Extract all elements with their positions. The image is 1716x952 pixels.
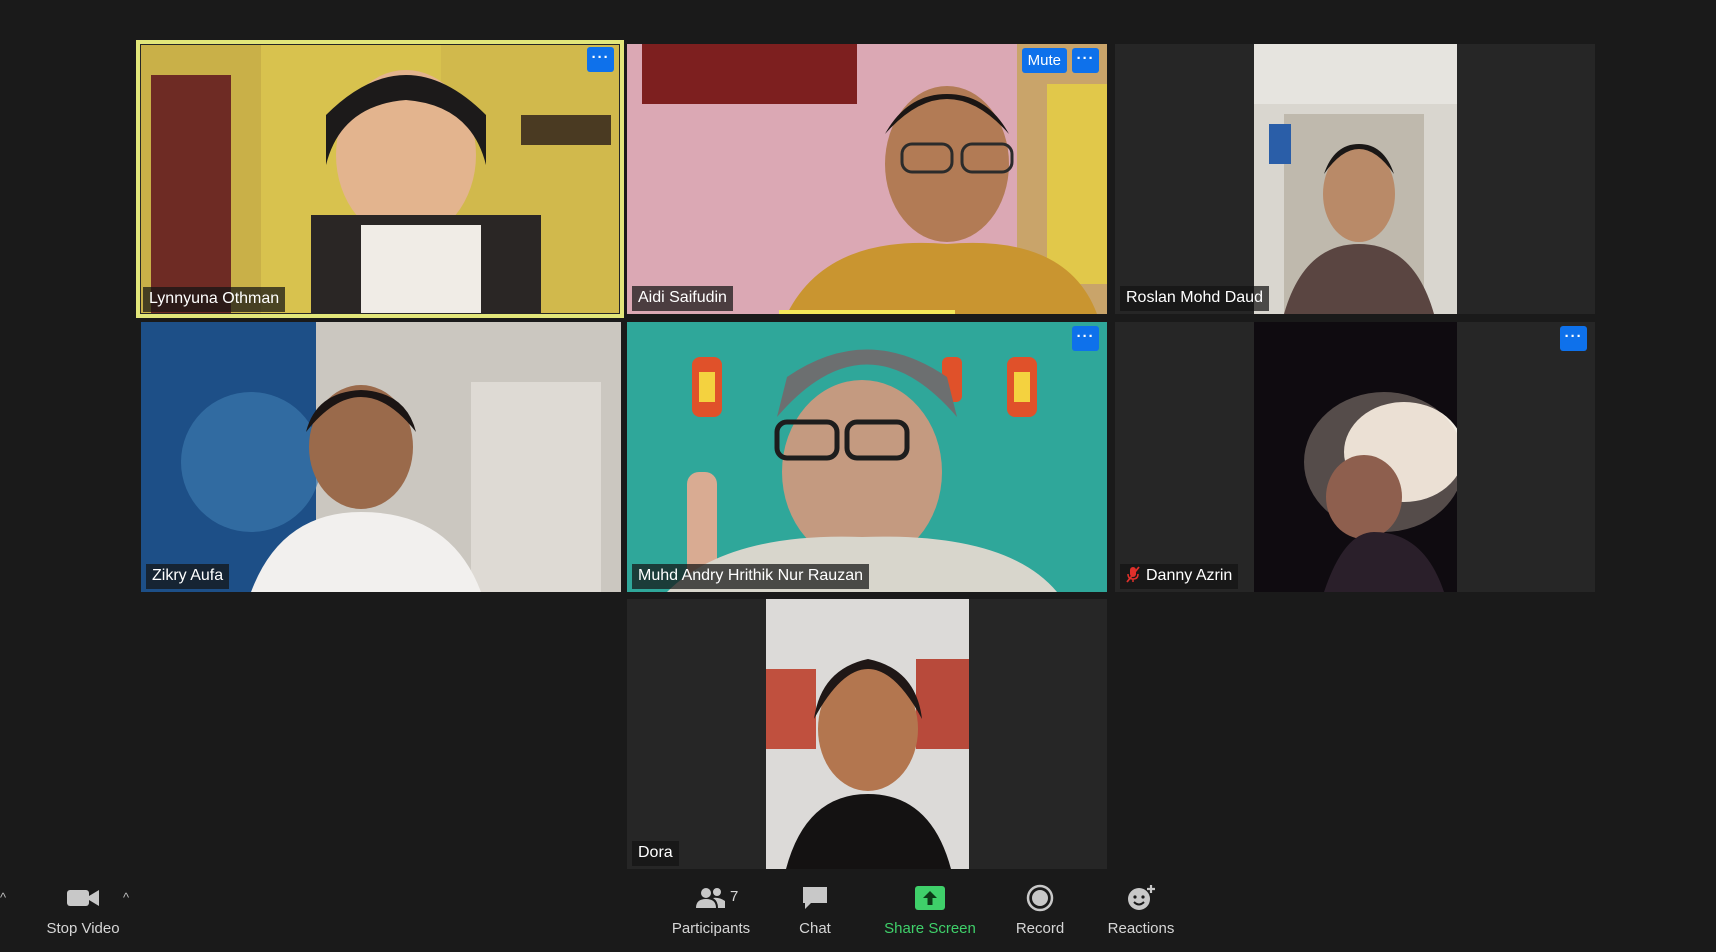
chat-bubble-icon — [785, 880, 845, 916]
video-tile-aidi[interactable]: Mute ··· Aidi Saifudin — [627, 44, 1107, 314]
participant-name-label: Dora — [638, 844, 673, 861]
video-options-caret[interactable]: ^ — [123, 890, 129, 905]
video-tile-muhd-andry[interactable]: ··· Muhd Andry Hrithik Nur Rauzan — [627, 322, 1107, 592]
share-screen-icon — [878, 880, 982, 916]
speaking-indicator — [779, 310, 955, 314]
participant-name: Muhd Andry Hrithik Nur Rauzan — [632, 564, 869, 589]
participant-name: Aidi Saifudin — [632, 286, 733, 311]
participant-name-label: Muhd Andry Hrithik Nur Rauzan — [638, 567, 863, 584]
stop-video-button[interactable]: Stop Video — [40, 880, 126, 937]
audio-options-caret[interactable]: ^ — [0, 890, 6, 905]
participants-label: Participants — [671, 920, 751, 937]
video-tile-lynnyuna[interactable]: ··· Lynnyuna Othman — [136, 40, 624, 318]
video-feed — [766, 599, 969, 869]
meeting-toolbar: ^ Stop Video ^ 7 Participants Chat Share… — [0, 870, 1716, 952]
stop-video-label: Stop Video — [46, 920, 120, 937]
participant-name-label: Roslan Mohd Daud — [1126, 289, 1263, 306]
record-label: Record — [1015, 920, 1065, 937]
more-options-button[interactable]: ··· — [587, 47, 614, 72]
video-tile-danny[interactable]: ··· Danny Azrin — [1115, 322, 1595, 592]
participant-name: Dora — [632, 841, 679, 866]
record-icon — [1007, 880, 1073, 916]
participant-name: Roslan Mohd Daud — [1120, 286, 1269, 311]
video-feed — [141, 322, 621, 592]
reactions-smiley-icon — [1101, 880, 1181, 916]
chat-button[interactable]: Chat — [785, 880, 845, 937]
participants-count: 7 — [730, 888, 739, 905]
chat-label: Chat — [799, 920, 831, 937]
video-camera-icon — [40, 880, 126, 916]
more-options-button[interactable]: ··· — [1560, 326, 1587, 351]
participants-button[interactable]: 7 Participants — [668, 880, 754, 937]
participant-name-label: Danny Azrin — [1146, 567, 1233, 584]
video-feed — [1254, 322, 1457, 592]
muted-mic-icon — [1126, 566, 1140, 583]
more-options-button[interactable]: ··· — [1072, 326, 1099, 351]
video-tile-zikry[interactable]: Zikry Aufa — [141, 322, 621, 592]
reactions-button[interactable]: Reactions — [1101, 880, 1181, 937]
participant-name-label: Zikry Aufa — [152, 567, 224, 584]
share-screen-label: Share Screen — [884, 920, 976, 937]
participant-name-label: Aidi Saifudin — [638, 289, 727, 306]
reactions-label: Reactions — [1107, 920, 1175, 937]
video-feed — [627, 322, 1107, 592]
share-screen-button[interactable]: Share Screen — [878, 880, 982, 937]
mute-participant-button[interactable]: Mute — [1021, 48, 1067, 73]
participant-name: Zikry Aufa — [146, 564, 230, 589]
video-feed — [1254, 44, 1457, 314]
participant-name: Lynnyuna Othman — [143, 287, 286, 312]
record-button[interactable]: Record — [1007, 880, 1073, 937]
video-feed — [141, 45, 619, 313]
participants-icon: 7 — [668, 880, 754, 916]
video-feed — [627, 44, 1107, 314]
participant-name: Danny Azrin — [1120, 564, 1239, 589]
video-tile-roslan[interactable]: Roslan Mohd Daud — [1115, 44, 1595, 314]
more-options-button[interactable]: ··· — [1072, 48, 1099, 73]
video-tile-dora[interactable]: Dora — [627, 599, 1107, 869]
participant-name-label: Lynnyuna Othman — [149, 290, 280, 307]
